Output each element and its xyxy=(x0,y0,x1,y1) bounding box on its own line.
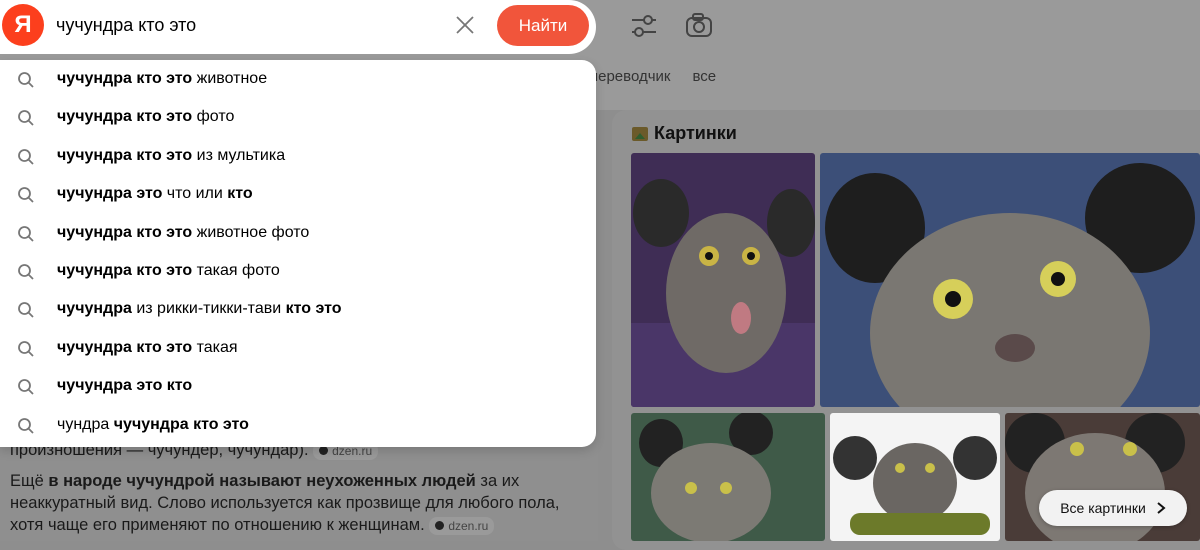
suggestion-item[interactable]: чучундра кто это животное фото xyxy=(0,214,596,252)
suggestion-item[interactable]: чучундра кто это такая xyxy=(0,329,596,367)
clear-icon[interactable] xyxy=(452,12,478,38)
search-icon xyxy=(18,302,34,319)
suggestion-item[interactable]: чундра чучундра кто это xyxy=(0,406,596,444)
suggestion-item[interactable]: чучундра кто это из мультика xyxy=(0,137,596,175)
suggestion-item[interactable]: чучундра это что или кто xyxy=(0,175,596,213)
source-chip[interactable]: dzen.ru xyxy=(429,516,495,535)
tab-translator[interactable]: переводчик xyxy=(590,68,670,85)
search-icon xyxy=(18,264,34,280)
suggestion-text: чундра чучундра кто это xyxy=(57,415,249,433)
search-input[interactable]: чучундра кто это xyxy=(56,15,196,36)
image-thumbnail[interactable] xyxy=(820,153,1200,407)
suggestion-item[interactable]: чучундра это кто xyxy=(0,367,596,405)
all-images-button[interactable]: Все картинки xyxy=(1039,490,1187,526)
suggestion-text: чучундра из рикки-тикки-тави кто это xyxy=(57,300,342,318)
search-icon xyxy=(18,110,34,127)
search-icon xyxy=(18,417,34,434)
suggestion-text: чучундра это кто xyxy=(57,377,193,395)
picture-icon xyxy=(632,126,648,141)
suggestion-item[interactable]: чучундра кто это фото xyxy=(0,98,596,136)
search-button[interactable]: Найти xyxy=(497,5,589,46)
search-icon xyxy=(18,379,34,395)
suggestion-text: чучундра это что или кто xyxy=(57,185,253,203)
search-icon xyxy=(18,72,34,88)
suggestion-item[interactable]: чучундра кто это животное xyxy=(0,60,596,98)
source-icon xyxy=(435,521,445,531)
filters-icon[interactable] xyxy=(626,8,662,44)
suggestion-item[interactable]: чучундра из рикки-тикки-тави кто это xyxy=(0,290,596,328)
image-thumbnail[interactable] xyxy=(631,413,825,541)
image-thumbnail[interactable] xyxy=(830,413,1000,541)
search-bar: Я чучундра кто это Найти xyxy=(0,0,596,54)
suggestion-item[interactable]: чучундра кто это такая фото xyxy=(0,252,596,290)
tab-all[interactable]: все xyxy=(692,68,716,85)
images-title[interactable]: Картинки xyxy=(632,123,737,144)
search-tabs: переводчик все xyxy=(590,68,716,85)
search-icon xyxy=(18,148,34,165)
search-icon xyxy=(18,187,34,203)
suggestion-text: чучундра кто это фото xyxy=(57,108,235,126)
suggestion-text: чучундра кто это такая фото xyxy=(57,262,280,279)
source-icon xyxy=(319,446,329,456)
suggestion-text: чучундра кто это животное фото xyxy=(57,223,310,241)
camera-search-icon[interactable] xyxy=(681,8,717,44)
suggestion-text: чучундра кто это такая xyxy=(57,338,238,356)
yandex-logo[interactable]: Я xyxy=(2,4,44,46)
suggestions-dropdown: чучундра кто это животное чучундра кто эт… xyxy=(0,60,596,447)
suggestion-text: чучундра кто это животное xyxy=(57,70,268,87)
search-icon xyxy=(18,340,34,357)
suggestion-text: чучундра кто это из мультика xyxy=(57,146,286,164)
image-thumbnail[interactable] xyxy=(631,153,815,407)
search-icon xyxy=(18,225,34,242)
result-snippet-paragraph: Ещё в народе чучундрой называют неухожен… xyxy=(10,472,560,535)
chevron-right-icon xyxy=(1157,502,1166,514)
